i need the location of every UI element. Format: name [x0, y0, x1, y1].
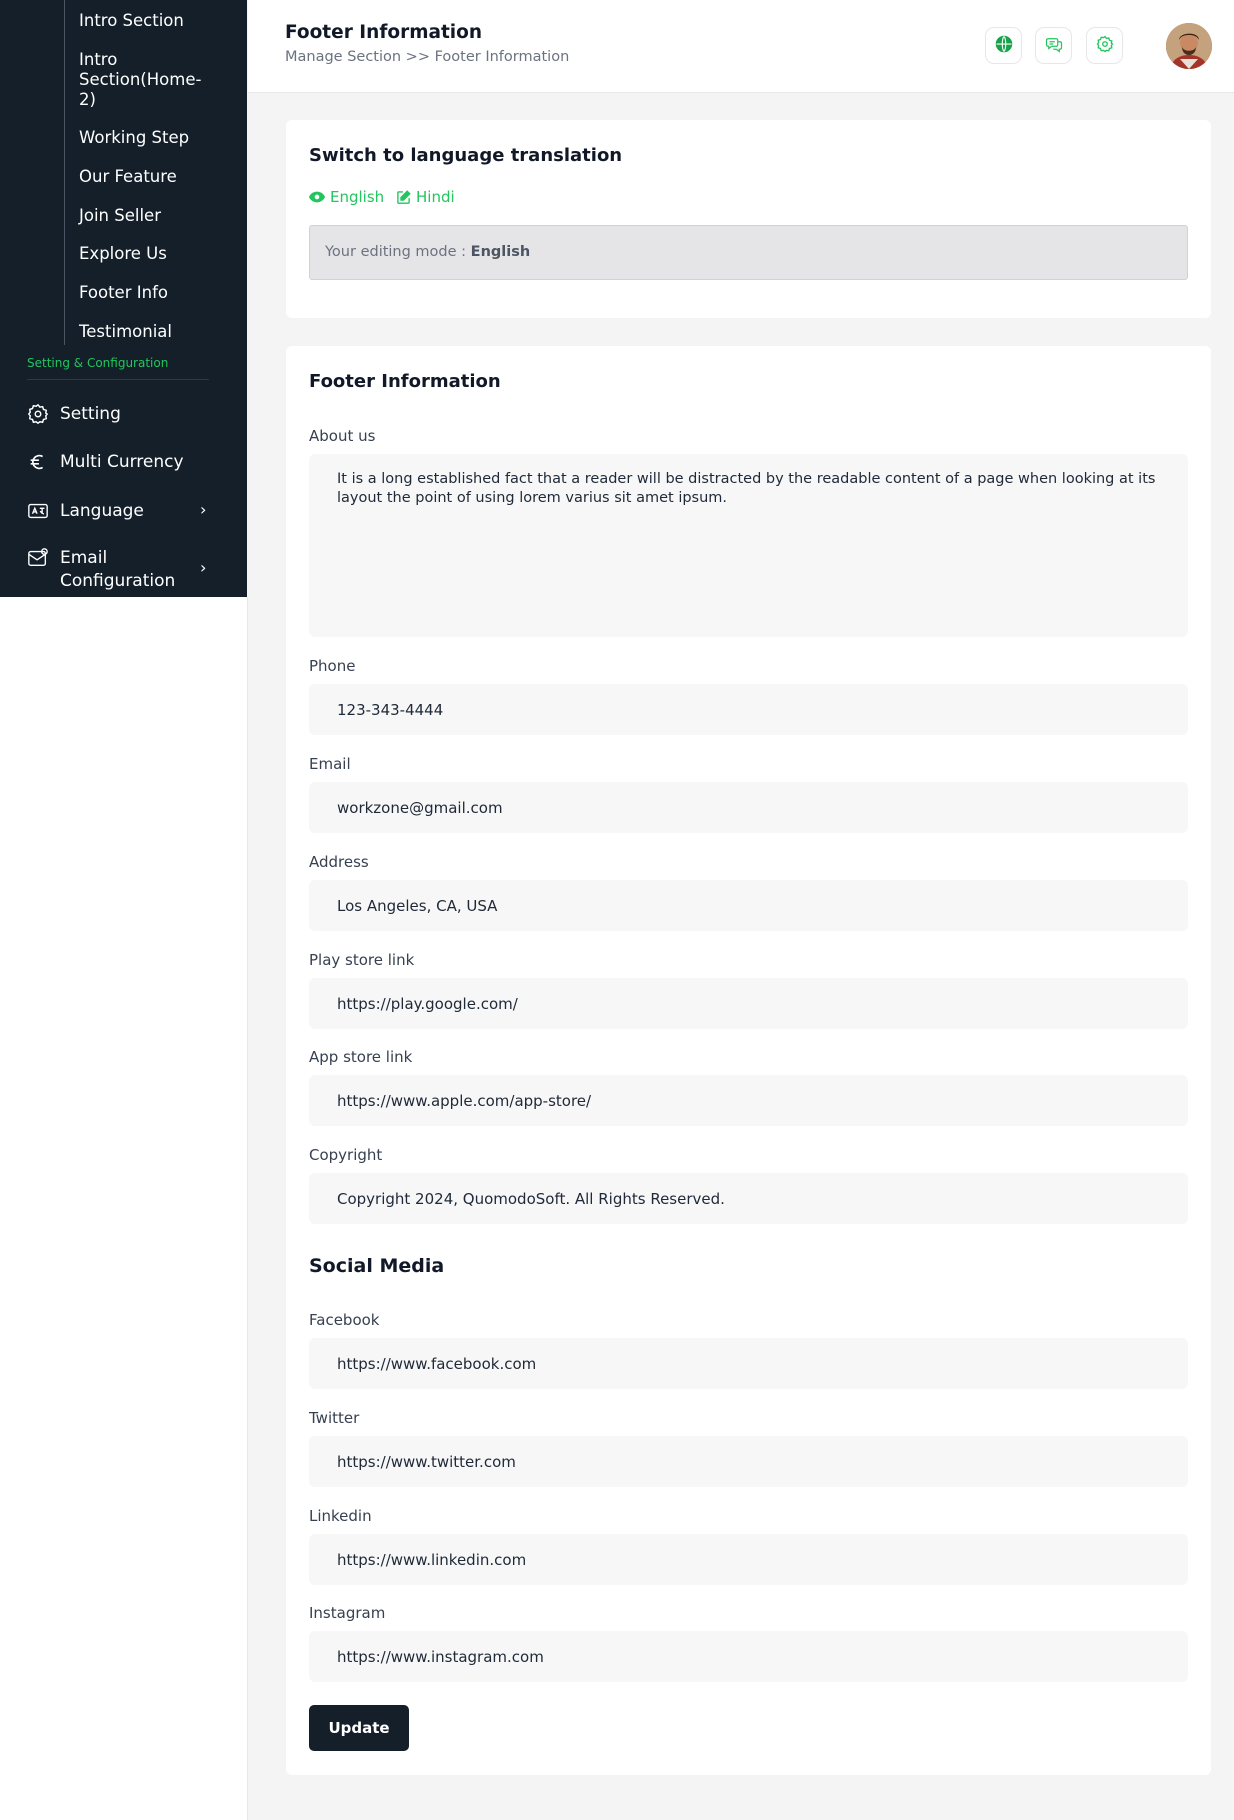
language-english-link[interactable]: English — [309, 188, 384, 206]
divider — [247, 597, 248, 1820]
editing-mode-value: English — [470, 244, 531, 260]
email-input[interactable]: workzone@gmail.com — [309, 782, 1188, 833]
copyright-label: Copyright — [309, 1146, 383, 1164]
language-label: English — [330, 188, 385, 206]
sidebar-item-label: Email Configuration — [60, 548, 176, 591]
twitter-label: Twitter — [309, 1409, 360, 1427]
linkedin-input[interactable]: https://www.linkedin.com — [309, 1534, 1188, 1585]
top-header: Footer Information Manage Section >> Foo… — [248, 0, 1234, 93]
sidebar-item-intro-section-home-2[interactable]: Intro Section(Home-2) — [79, 50, 204, 110]
social-media-heading: Social Media — [309, 1255, 445, 1277]
about-label: About us — [309, 427, 376, 445]
editing-mode-box: Your editing mode : English — [309, 225, 1188, 280]
address-input[interactable]: Los Angeles, CA, USA — [309, 880, 1188, 931]
gear-icon — [27, 403, 49, 425]
chevron-right-icon[interactable]: › — [200, 500, 206, 519]
settings-icon — [1096, 35, 1114, 57]
phone-label: Phone — [309, 657, 356, 675]
appstore-input[interactable]: https://www.apple.com/app-store/ — [309, 1075, 1188, 1126]
email-icon — [27, 547, 49, 569]
sidebar-divider — [27, 379, 209, 380]
chat-icon — [1045, 35, 1063, 57]
submenu-line — [64, 0, 65, 345]
sidebar-item-working-step[interactable]: Working Step — [79, 128, 189, 148]
playstore-label: Play store link — [309, 951, 415, 969]
sidebar-item-intro-section[interactable]: Intro Section — [79, 11, 184, 31]
edit-icon — [397, 189, 411, 204]
facebook-input[interactable]: https://www.facebook.com — [309, 1338, 1188, 1389]
chat-button[interactable] — [1035, 27, 1072, 64]
footer-information-card: Footer Information About us It is a long… — [286, 346, 1211, 1775]
linkedin-label: Linkedin — [309, 1507, 372, 1525]
language-hindi-link[interactable]: Hindi — [396, 188, 455, 206]
instagram-input[interactable]: https://www.instagram.com — [309, 1631, 1188, 1682]
copyright-input[interactable]: Copyright 2024, QuomodoSoft. All Rights … — [309, 1173, 1188, 1224]
appstore-label: App store link — [309, 1048, 413, 1066]
eye-icon — [309, 191, 325, 203]
card-title: Footer Information — [309, 371, 501, 392]
facebook-label: Facebook — [309, 1311, 380, 1329]
euro-icon — [27, 451, 49, 473]
about-textarea[interactable]: It is a long established fact that a rea… — [309, 454, 1188, 637]
sidebar-item-label: Language — [60, 501, 144, 521]
sidebar-item-label: Setting — [60, 404, 121, 424]
update-button[interactable]: Update — [309, 1705, 409, 1751]
sidebar: Intro Section Intro Section(Home-2) Work… — [0, 0, 247, 597]
sidebar-item-testimonial[interactable]: Testimonial — [79, 322, 172, 342]
card-title: Switch to language translation — [309, 145, 623, 166]
language-icon — [27, 500, 49, 522]
sidebar-item-footer-info[interactable]: Footer Info — [79, 283, 168, 303]
sidebar-item-our-feature[interactable]: Our Feature — [79, 167, 177, 187]
sidebar-section-label: Setting & Configuration — [27, 356, 169, 370]
instagram-label: Instagram — [309, 1604, 386, 1622]
sidebar-item-join-seller[interactable]: Join Seller — [79, 206, 161, 226]
sidebar-item-email-configuration[interactable]: Email Configuration — [27, 547, 200, 593]
globe-icon — [995, 35, 1013, 57]
sidebar-item-multi-currency[interactable]: Multi Currency — [27, 451, 184, 473]
sidebar-item-explore-us[interactable]: Explore Us — [79, 244, 167, 264]
playstore-input[interactable]: https://play.google.com/ — [309, 978, 1188, 1029]
address-label: Address — [309, 853, 369, 871]
language-translation-card: Switch to language translation English H… — [286, 120, 1211, 318]
settings-button[interactable] — [1086, 27, 1123, 64]
editing-mode-prefix: Your editing mode : — [325, 244, 467, 260]
chevron-right-icon[interactable]: › — [200, 558, 206, 577]
email-label: Email — [309, 755, 351, 773]
page-title: Footer Information — [285, 22, 483, 43]
breadcrumb[interactable]: Manage Section >> Footer Information — [285, 49, 569, 65]
language-label: Hindi — [416, 188, 455, 206]
globe-button[interactable] — [985, 27, 1022, 64]
twitter-input[interactable]: https://www.twitter.com — [309, 1436, 1188, 1487]
sidebar-item-language[interactable]: Language — [27, 500, 144, 522]
avatar[interactable] — [1166, 23, 1212, 69]
sidebar-item-label: Multi Currency — [60, 452, 184, 472]
sidebar-blank-area — [0, 597, 247, 1820]
phone-input[interactable]: 123-343-4444 — [309, 684, 1188, 735]
sidebar-item-setting[interactable]: Setting — [27, 403, 121, 425]
